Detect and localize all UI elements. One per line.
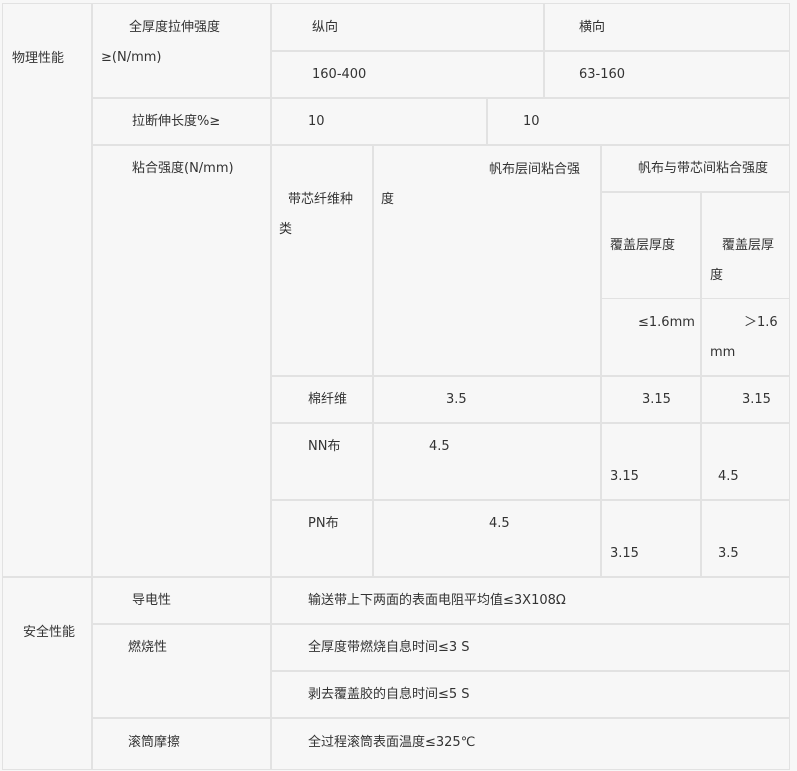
adhesion-row-cotton-type: 棉纤维 <box>271 376 373 423</box>
elongation-value-2: 10 <box>487 98 790 145</box>
physical-properties-cell: 物理性能 <box>2 3 92 577</box>
tensile-label-line1: 全厚度拉伸强度 <box>129 20 221 35</box>
adhesion-row-cotton-type-text: 棉纤维 <box>308 392 348 407</box>
physical-properties-label: 物理性能 <box>12 51 65 66</box>
cover-thickness-large-header: 覆盖层厚 度 ＞1.6 mm <box>701 192 790 376</box>
cover-adhesion-header-text: 帆布与带芯间粘合强度 <box>638 161 769 176</box>
core-fiber-type-line2: 类 <box>279 222 293 237</box>
drum-friction-label-cell: 滚筒摩擦 <box>92 718 271 770</box>
flammability-label: 燃烧性 <box>128 640 168 655</box>
cover-thickness-large-line2: 度 <box>710 268 724 283</box>
properties-table: 物理性能 安全性能 全厚度拉伸强度 ≥(N/mm) 纵向 横向 160-400 … <box>0 0 797 771</box>
between-plies-header: 帆布层间粘合强 度 <box>373 145 601 376</box>
adhesion-row-pn-cover-b: 3.5 <box>701 500 790 577</box>
tensile-header-transverse-text: 横向 <box>579 20 606 35</box>
adhesion-row-pn-cover-a: 3.15 <box>601 500 701 577</box>
adhesion-row-nn-cover-b: 4.5 <box>701 423 790 500</box>
adhesion-row-nn-plies: 4.5 <box>373 423 601 500</box>
adhesion-row-cotton-plies: 3.5 <box>373 376 601 423</box>
core-fiber-type-header: 带芯纤维种 类 <box>271 145 373 376</box>
cover-thickness-divider <box>601 298 790 299</box>
adhesion-row-cotton-plies-text: 3.5 <box>446 392 467 407</box>
elongation-value-2-text: 10 <box>523 114 540 129</box>
tensile-label-cell: 全厚度拉伸强度 ≥(N/mm) <box>92 3 271 98</box>
safety-properties-cell: 安全性能 <box>2 577 92 770</box>
adhesion-row-pn-plies-text: 4.5 <box>489 516 510 531</box>
between-plies-line1: 帆布层间粘合强 <box>489 162 581 177</box>
adhesion-label: 粘合强度(N/mm) <box>132 161 234 176</box>
safety-properties-label: 安全性能 <box>23 625 76 640</box>
tensile-header-transverse: 横向 <box>544 3 790 51</box>
adhesion-row-pn-cover-b-text: 3.5 <box>718 546 739 561</box>
adhesion-row-cotton-cover-a-text: 3.15 <box>642 392 671 407</box>
conductivity-value-cell: 输送带上下两面的表面电阻平均值≤3X108Ω <box>271 577 790 624</box>
tensile-label-line2: ≥(N/mm) <box>101 50 162 65</box>
cover-thickness-large-line1: 覆盖层厚 <box>722 238 775 253</box>
elongation-value-1: 10 <box>271 98 487 145</box>
cover-adhesion-header: 帆布与带芯间粘合强度 <box>601 145 790 192</box>
adhesion-row-pn-type-text: PN布 <box>308 516 339 531</box>
flammability-value-1: 全厚度带燃烧自息时间≤3 S <box>308 640 470 655</box>
tensile-value-longitudinal: 160-400 <box>271 51 544 98</box>
cover-thickness-large-line4: mm <box>710 345 736 360</box>
adhesion-row-cotton-cover-a: 3.15 <box>601 376 701 423</box>
between-plies-line2: 度 <box>381 192 395 207</box>
conductivity-label: 导电性 <box>132 593 172 608</box>
conductivity-value: 输送带上下两面的表面电阻平均值≤3X108Ω <box>308 593 566 608</box>
flammability-label-cell: 燃烧性 <box>92 624 271 718</box>
drum-friction-value-cell: 全过程滚筒表面温度≤325℃ <box>271 718 790 770</box>
cover-thickness-small-line1: 覆盖层厚度 <box>610 238 676 253</box>
tensile-value-transverse: 63-160 <box>544 51 790 98</box>
drum-friction-label: 滚筒摩擦 <box>128 735 181 750</box>
adhesion-row-nn-type: NN布 <box>271 423 373 500</box>
adhesion-label-cell: 粘合强度(N/mm) <box>92 145 271 577</box>
tensile-header-longitudinal-text: 纵向 <box>312 20 339 35</box>
adhesion-row-cotton-cover-b-text: 3.15 <box>742 392 771 407</box>
adhesion-row-nn-type-text: NN布 <box>308 439 341 454</box>
tensile-value-transverse-text: 63-160 <box>579 67 626 82</box>
flammability-value-2-cell: 剥去覆盖胶的自息时间≤5 S <box>271 671 790 718</box>
adhesion-row-nn-plies-text: 4.5 <box>429 439 450 454</box>
cover-thickness-small-header: 覆盖层厚度 ≤1.6mm <box>601 192 701 376</box>
tensile-value-longitudinal-text: 160-400 <box>312 67 367 82</box>
adhesion-row-pn-plies: 4.5 <box>373 500 601 577</box>
cover-thickness-small-line2: ≤1.6mm <box>638 315 695 330</box>
elongation-label-cell: 拉断伸长度%≥ <box>92 98 271 145</box>
adhesion-row-nn-cover-a-text: 3.15 <box>610 469 639 484</box>
conductivity-label-cell: 导电性 <box>92 577 271 624</box>
tensile-header-longitudinal: 纵向 <box>271 3 544 51</box>
adhesion-row-cotton-cover-b: 3.15 <box>701 376 790 423</box>
adhesion-row-pn-type: PN布 <box>271 500 373 577</box>
adhesion-row-nn-cover-a: 3.15 <box>601 423 701 500</box>
flammability-value-1-cell: 全厚度带燃烧自息时间≤3 S <box>271 624 790 671</box>
flammability-value-2: 剥去覆盖胶的自息时间≤5 S <box>308 687 470 702</box>
elongation-label: 拉断伸长度%≥ <box>132 114 221 129</box>
elongation-value-1-text: 10 <box>308 114 325 129</box>
adhesion-row-pn-cover-a-text: 3.15 <box>610 546 639 561</box>
adhesion-row-nn-cover-b-text: 4.5 <box>718 469 739 484</box>
drum-friction-value: 全过程滚筒表面温度≤325℃ <box>308 735 476 750</box>
cover-thickness-large-line3: ＞1.6 <box>744 315 778 330</box>
core-fiber-type-line1: 带芯纤维种 <box>288 192 354 207</box>
